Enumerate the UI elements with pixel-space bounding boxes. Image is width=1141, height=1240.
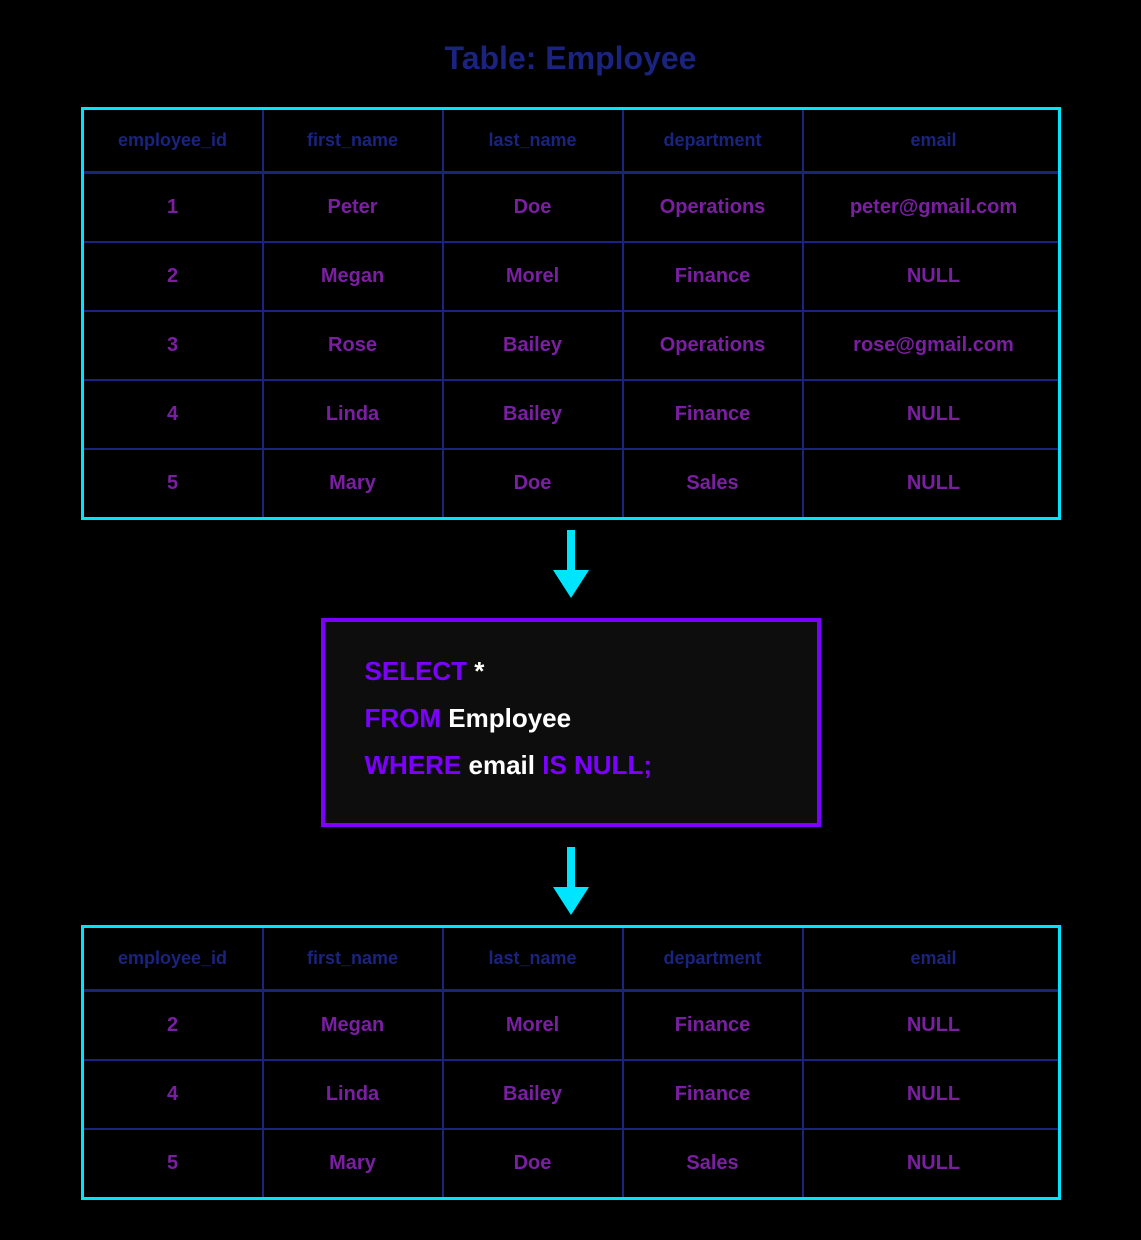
table-cell: NULL — [804, 1130, 1064, 1197]
result-table-header: employee_id first_name last_name departm… — [84, 928, 1058, 992]
table-row: 4LindaBaileyFinanceNULL — [84, 381, 1058, 450]
table-cell: Finance — [624, 992, 804, 1059]
select-keyword: SELECT — [365, 656, 468, 686]
table-cell: Sales — [624, 450, 804, 517]
from-text: Employee — [441, 703, 571, 733]
table-cell: Finance — [624, 381, 804, 448]
table-cell: Finance — [624, 1061, 804, 1128]
table-cell: Peter — [264, 174, 444, 241]
table-cell: Operations — [624, 174, 804, 241]
arrow-2 — [553, 847, 589, 915]
query-line-1: SELECT * — [365, 652, 777, 691]
table-cell: 5 — [84, 450, 264, 517]
table-cell: 5 — [84, 1130, 264, 1197]
table-cell: Doe — [444, 450, 624, 517]
result-col-last-name: last_name — [444, 928, 624, 989]
arrow-shaft-2 — [567, 847, 575, 887]
table-cell: Rose — [264, 312, 444, 379]
table-row: 4LindaBaileyFinanceNULL — [84, 1061, 1058, 1130]
table-cell: 1 — [84, 174, 264, 241]
table-cell: 4 — [84, 1061, 264, 1128]
table-cell: Bailey — [444, 1061, 624, 1128]
table-cell: Bailey — [444, 312, 624, 379]
table-cell: Sales — [624, 1130, 804, 1197]
table-cell: Megan — [264, 243, 444, 310]
table-cell: Operations — [624, 312, 804, 379]
result-table: employee_id first_name last_name departm… — [81, 925, 1061, 1200]
table-row: 2MeganMorelFinanceNULL — [84, 243, 1058, 312]
table-row: 5MaryDoeSalesNULL — [84, 1130, 1058, 1197]
result-col-employee-id: employee_id — [84, 928, 264, 989]
select-text: * — [467, 656, 484, 686]
table-cell: Doe — [444, 1130, 624, 1197]
table-cell: NULL — [804, 1061, 1064, 1128]
col-header-email: email — [804, 110, 1064, 171]
table-cell: Finance — [624, 243, 804, 310]
query-line-3: WHERE email IS NULL; — [365, 746, 777, 785]
table-cell: Linda — [264, 1061, 444, 1128]
arrow-1 — [553, 530, 589, 598]
col-header-employee-id: employee_id — [84, 110, 264, 171]
arrow-head-1 — [553, 570, 589, 598]
result-table-body: 2MeganMorelFinanceNULL4LindaBaileyFinanc… — [84, 992, 1058, 1197]
table-cell: 2 — [84, 992, 264, 1059]
source-table-header: employee_id first_name last_name departm… — [84, 110, 1058, 174]
table-cell: NULL — [804, 450, 1064, 517]
table-row: 3RoseBaileyOperationsrose@gmail.com — [84, 312, 1058, 381]
table-row: 5MaryDoeSalesNULL — [84, 450, 1058, 517]
table-cell: Morel — [444, 243, 624, 310]
table-row: 2MeganMorelFinanceNULL — [84, 992, 1058, 1061]
col-header-first-name: first_name — [264, 110, 444, 171]
table-cell: Mary — [264, 450, 444, 517]
where-text: email — [461, 750, 542, 780]
result-col-email: email — [804, 928, 1064, 989]
source-table-body: 1PeterDoeOperationspeter@gmail.com2Megan… — [84, 174, 1058, 517]
table-cell: NULL — [804, 381, 1064, 448]
table-cell: Linda — [264, 381, 444, 448]
table-row: 1PeterDoeOperationspeter@gmail.com — [84, 174, 1058, 243]
arrow-shaft-1 — [567, 530, 575, 570]
from-keyword: FROM — [365, 703, 442, 733]
table-cell: peter@gmail.com — [804, 174, 1064, 241]
table-cell: NULL — [804, 992, 1064, 1059]
query-line-2: FROM Employee — [365, 699, 777, 738]
query-box: SELECT * FROM Employee WHERE email IS NU… — [321, 618, 821, 827]
page-title: Table: Employee — [445, 40, 697, 77]
table-cell: Morel — [444, 992, 624, 1059]
arrow-head-2 — [553, 887, 589, 915]
col-header-last-name: last_name — [444, 110, 624, 171]
source-table: employee_id first_name last_name departm… — [81, 107, 1061, 520]
col-header-department: department — [624, 110, 804, 171]
where-keyword: WHERE — [365, 750, 462, 780]
table-cell: Bailey — [444, 381, 624, 448]
table-cell: 4 — [84, 381, 264, 448]
table-cell: 3 — [84, 312, 264, 379]
table-cell: Megan — [264, 992, 444, 1059]
table-cell: rose@gmail.com — [804, 312, 1064, 379]
is-null-keyword: IS NULL; — [542, 750, 652, 780]
result-col-first-name: first_name — [264, 928, 444, 989]
table-cell: 2 — [84, 243, 264, 310]
result-col-department: department — [624, 928, 804, 989]
table-cell: Mary — [264, 1130, 444, 1197]
table-cell: NULL — [804, 243, 1064, 310]
table-cell: Doe — [444, 174, 624, 241]
